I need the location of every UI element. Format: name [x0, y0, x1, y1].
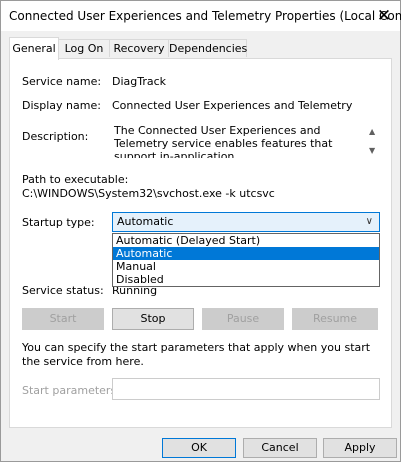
close-icon: ✕	[376, 6, 392, 26]
pause-button[interactable]: Pause	[202, 308, 284, 330]
service-name-label: Service name:	[22, 75, 102, 88]
apply-button[interactable]: Apply	[323, 438, 397, 458]
general-panel: Service name: DiagTrack Display name: Co…	[9, 58, 392, 428]
startup-option-manual[interactable]: Manual	[113, 260, 379, 273]
description-field[interactable]: The Connected User Experiences and Telem…	[112, 124, 380, 158]
startup-option-automatic-delayed[interactable]: Automatic (Delayed Start)	[113, 234, 379, 247]
service-name-value[interactable]: DiagTrack	[112, 75, 166, 88]
description-label: Description:	[22, 130, 89, 143]
tab-general[interactable]: General	[9, 37, 59, 60]
ok-button[interactable]: OK	[162, 438, 236, 458]
start-params-help: You can specify the start parameters tha…	[22, 341, 371, 368]
properties-dialog: Connected User Experiences and Telemetry…	[0, 0, 401, 462]
stop-button[interactable]: Stop	[112, 308, 194, 330]
window-title: Connected User Experiences and Telemetry…	[9, 9, 401, 23]
startup-option-disabled[interactable]: Disabled	[113, 273, 379, 286]
scroll-up-icon[interactable]: ▲	[369, 125, 375, 138]
resume-button[interactable]: Resume	[292, 308, 378, 330]
startup-type-value: Automatic	[117, 215, 174, 228]
description-scrollbar[interactable]: ▲ ▼	[366, 124, 380, 158]
startup-type-dropdown: Automatic (Delayed Start) Automatic Manu…	[112, 233, 380, 287]
title-bar: Connected User Experiences and Telemetry…	[1, 1, 401, 31]
display-name-label: Display name:	[22, 99, 101, 112]
display-name-value[interactable]: Connected User Experiences and Telemetry	[112, 99, 352, 112]
cancel-button[interactable]: Cancel	[243, 438, 317, 458]
start-params-label: Start parameters:	[22, 384, 120, 397]
scroll-down-icon[interactable]: ▼	[369, 144, 375, 157]
tab-log-on[interactable]: Log On	[58, 39, 110, 57]
chevron-down-icon: ∨	[365, 216, 373, 227]
startup-type-label: Startup type:	[22, 216, 95, 229]
tab-recovery[interactable]: Recovery	[109, 39, 169, 57]
tab-dependencies[interactable]: Dependencies	[168, 39, 247, 57]
start-params-input[interactable]	[112, 378, 380, 400]
description-text: The Connected User Experiences and Telem…	[114, 124, 333, 158]
startup-option-automatic[interactable]: Automatic	[113, 247, 379, 260]
path-label: Path to executable:	[22, 173, 129, 186]
path-value[interactable]: C:\WINDOWS\System32\svchost.exe -k utcsv…	[22, 187, 275, 200]
start-button[interactable]: Start	[22, 308, 104, 330]
close-button[interactable]: ✕	[368, 1, 400, 31]
startup-type-select[interactable]: Automatic ∨	[112, 212, 380, 232]
service-status-label: Service status:	[22, 284, 104, 297]
